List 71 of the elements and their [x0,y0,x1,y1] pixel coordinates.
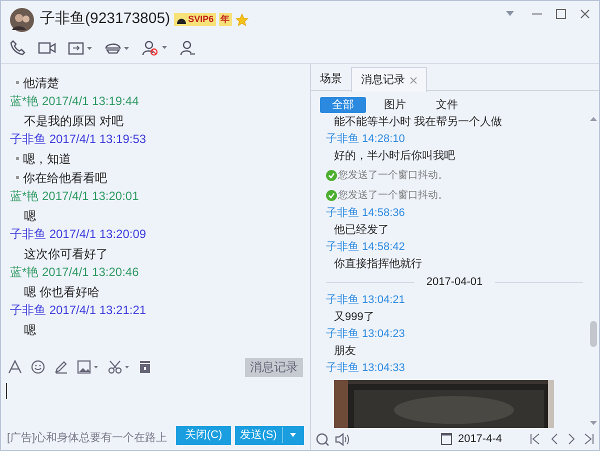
phone-icon[interactable] [10,40,26,56]
system-message: 您发送了一个窗口抖动。 [338,188,448,202]
message-text: 嗯，知道 [23,150,71,168]
sender-line: 子非鱼 14:58:36 [326,206,406,221]
date-field[interactable]: 2017-4-4 [458,430,502,448]
maximize-icon[interactable] [556,8,566,18]
next-icon[interactable] [568,433,576,445]
contact-icon[interactable] [180,40,196,56]
send-label[interactable]: 发送(S) [235,426,283,444]
avatar[interactable] [10,8,34,32]
block-contact-icon[interactable] [142,40,168,56]
filter-tab[interactable]: 全部 [320,97,366,113]
font-icon[interactable] [8,360,22,374]
message-text: 你在给他看看吧 [23,170,107,186]
sender-line: 子非鱼 14:58:42 [326,240,406,255]
image-icon[interactable] [77,360,99,374]
search-icon[interactable] [316,432,329,446]
message-text: 他清楚 [23,74,59,92]
message-text: 你直接指挥他就行 [334,256,422,272]
last-page-icon[interactable] [584,433,594,445]
sender-line: 子非鱼 2017/4/1 13:20:09 [10,226,148,243]
ad-text[interactable]: [广告]心和身体总要有一个在路上 [7,430,168,446]
sender-line: 子非鱼 13:04:21 [326,293,406,308]
check-icon [326,190,337,200]
message-text: 嗯 [24,208,36,224]
message-text: 又999了 [334,310,374,326]
close-icon[interactable] [580,8,590,18]
message-text: 不是我的原因 对吧 [24,112,124,130]
sender-line: 蓝*艳 2017/4/1 13:20:01 [10,188,140,205]
close-tab-icon[interactable] [410,76,417,84]
box-icon[interactable] [139,360,151,374]
message-text: 好的，半小时后你叫我吧 [334,149,455,164]
filter-tab[interactable]: 文件 [424,97,470,113]
sender-line: 子非鱼 2017/4/1 13:21:21 [10,302,148,319]
caret-icon[interactable] [290,433,296,437]
sender-line: 子非鱼 2017/4/1 13:19:53 [10,131,148,148]
message-text: 他已经发了 [334,223,389,238]
share-screen-icon[interactable] [68,41,92,55]
window-title: 子非鱼(923173805) [40,9,170,30]
message-text: 能不能等半小时 我在帮另一个人做 [334,115,502,130]
emoji-icon[interactable] [31,360,45,374]
message-text: 嗯 [24,322,36,338]
year-badge: 年 [218,13,232,26]
message-text: 朋友 [334,344,356,360]
calendar-icon[interactable] [440,433,452,445]
sender-line: 子非鱼 13:04:23 [326,327,406,342]
previous-icon[interactable] [550,433,558,445]
system-message: 您发送了一个窗口抖动。 [338,168,448,182]
sender-line: 子非鱼 13:04:33 [326,361,406,376]
pen-icon[interactable] [54,360,68,374]
side-tab[interactable]: 场景 [311,67,351,91]
star-icon [234,12,249,26]
filter-tab[interactable]: 图片 [372,97,418,113]
history-button[interactable]: 消息记录 [245,358,303,376]
vip-badge: SVIP6 [174,13,216,26]
speaker-icon[interactable] [335,432,351,446]
sender-line: 蓝*艳 2017/4/1 13:20:46 [10,264,140,281]
sender-line: 子非鱼 14:28:10 [326,132,406,147]
dropdown-icon[interactable] [506,10,514,16]
sender-line: 蓝*艳 2017/4/1 13:19:44 [10,93,140,110]
first-page-icon[interactable] [530,433,540,445]
side-tab[interactable]: 消息记录 [351,67,427,92]
scissors-icon[interactable] [108,360,130,374]
date-divider: 2017-04-01 [426,275,483,290]
check-icon [326,170,337,180]
message-text: 嗯 你也看好哈 [24,284,100,300]
send-button[interactable]: 发送(S) [235,426,304,444]
video-camera-icon[interactable] [38,41,56,55]
message-text: 这次你可看好了 [24,246,108,262]
scrollbar-thumb[interactable] [590,321,597,347]
close-button[interactable]: 关闭(C) [176,426,231,444]
